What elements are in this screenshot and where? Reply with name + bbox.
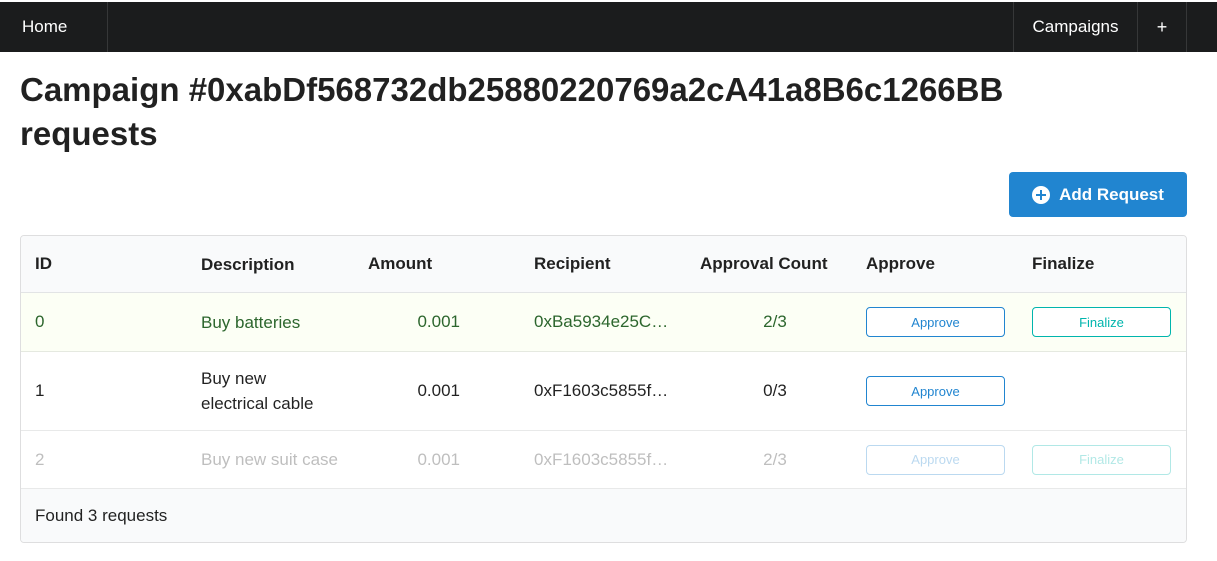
requests-table: ID Description Amount Recipient Approval… (20, 235, 1187, 543)
header-amount: Amount (368, 254, 433, 273)
row-recipient: 0xBa5934e25C… (534, 293, 674, 351)
add-request-label: Add Request (1059, 184, 1164, 204)
add-request-button[interactable]: Add Request (1009, 172, 1187, 217)
header-approve: Approve (866, 254, 935, 273)
plus-circle-icon (1032, 185, 1051, 204)
header-id: ID (35, 254, 52, 273)
nav-home[interactable]: Home (0, 2, 108, 52)
nav-add-campaign[interactable]: + (1137, 2, 1187, 52)
request-count: Found 3 requests (35, 506, 168, 525)
row-id: 1 (35, 381, 45, 400)
table-footer: Found 3 requests (21, 489, 1186, 542)
row-approve-cell: Approve (866, 431, 1016, 488)
recipient-address: 0xF1603c5855f… (534, 449, 669, 469)
header-description: Description (201, 254, 295, 274)
approve-button: Approve (866, 444, 1005, 475)
page-title: Campaign #0xabDf568732db25880220769a2cA4… (20, 71, 1004, 152)
row-approval-count: 0/3 (763, 381, 787, 400)
row-finalize-cell: Finalize (1032, 293, 1182, 351)
approve-button[interactable]: Approve (866, 376, 1005, 406)
row-amount: 0.001 (417, 381, 460, 400)
row-recipient: 0xF1603c5855f… (534, 352, 674, 430)
row-amount: 0.001 (417, 449, 460, 469)
finalize-button[interactable]: Finalize (1032, 307, 1171, 337)
header-approval-count: Approval Count (700, 254, 828, 273)
header-recipient: Recipient (534, 254, 611, 273)
table-row: 1 Buy new electrical cable 0.001 0xF1603… (21, 352, 1186, 431)
row-approve-cell: Approve (866, 352, 1016, 430)
table-row: 2 Buy new suit case 0.001 0xF1603c5855f…… (21, 431, 1186, 489)
row-description: Buy batteries (201, 312, 301, 332)
row-finalize-cell: Finalize (1032, 431, 1182, 488)
nav-campaigns[interactable]: Campaigns (1013, 2, 1137, 52)
row-recipient: 0xF1603c5855f… (534, 431, 674, 488)
row-id: 2 (35, 449, 45, 469)
table-header: ID Description Amount Recipient Approval… (21, 236, 1186, 293)
row-description: Buy new electrical cable (201, 369, 314, 413)
row-approval-count: 2/3 (763, 312, 787, 331)
table-row: 0 Buy batteries 0.001 0xBa5934e25C… 2/3 … (21, 293, 1186, 352)
row-description: Buy new suit case (201, 450, 339, 469)
row-amount: 0.001 (417, 312, 460, 331)
recipient-address: 0xBa5934e25C… (534, 312, 669, 331)
approve-button[interactable]: Approve (866, 307, 1005, 337)
row-approve-cell: Approve (866, 293, 1016, 351)
header-finalize: Finalize (1032, 254, 1095, 273)
finalize-button: Finalize (1032, 444, 1171, 475)
row-id: 0 (35, 312, 45, 331)
recipient-address: 0xF1603c5855f… (534, 381, 669, 400)
row-approval-count: 2/3 (763, 449, 787, 469)
top-nav: Home Campaigns + (0, 2, 1217, 52)
